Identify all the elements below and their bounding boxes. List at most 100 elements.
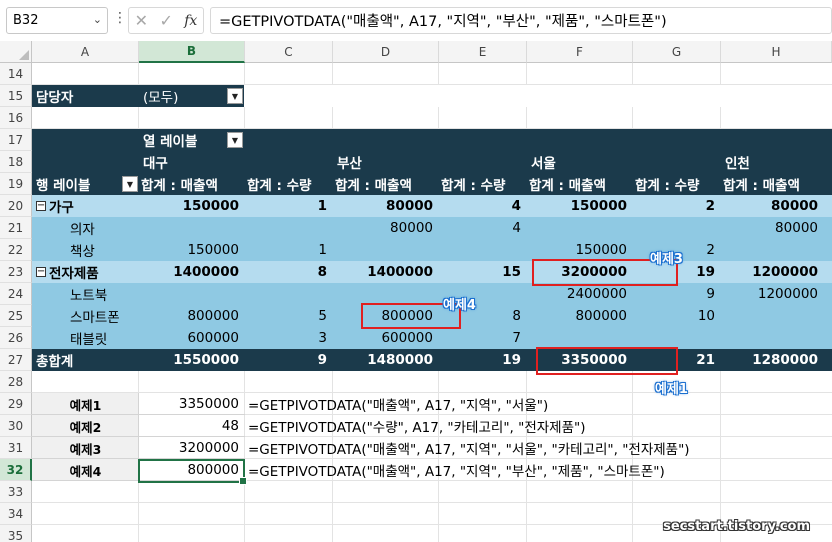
pivot-value-cell[interactable]: 1400000 bbox=[139, 261, 245, 283]
example-label[interactable]: 예제4 bbox=[32, 459, 139, 481]
column-header-c[interactable]: C bbox=[245, 41, 333, 63]
pivot-value-cell[interactable]: 800000 bbox=[139, 305, 245, 327]
collapse-icon[interactable]: − bbox=[36, 201, 46, 211]
example-label[interactable]: 예제1 bbox=[32, 393, 139, 415]
pivot-value-cell[interactable] bbox=[245, 283, 333, 305]
pivot-value-cell[interactable]: 80000 bbox=[333, 217, 439, 239]
pivot-value-cell[interactable]: 4 bbox=[439, 217, 527, 239]
row-header-17[interactable]: 17 bbox=[0, 129, 32, 151]
category-label[interactable]: − 가구 bbox=[32, 195, 132, 217]
pivot-value-cell[interactable] bbox=[527, 327, 633, 349]
pivot-value-cell[interactable] bbox=[139, 283, 245, 305]
pivot-value-cell[interactable]: 7 bbox=[439, 327, 527, 349]
column-header-f[interactable]: F bbox=[527, 41, 633, 63]
name-box[interactable]: B32 ⌄ bbox=[6, 7, 108, 34]
row-header-29[interactable]: 29 bbox=[0, 393, 32, 415]
insert-function-icon[interactable]: fx bbox=[184, 13, 197, 29]
pivot-value-cell[interactable]: 1480000 bbox=[333, 349, 439, 371]
row-header-31[interactable]: 31 bbox=[0, 437, 32, 459]
pivot-value-cell[interactable]: 1200000 bbox=[721, 283, 824, 305]
pivot-value-cell[interactable]: 1200000 bbox=[721, 261, 824, 283]
row-header-30[interactable]: 30 bbox=[0, 415, 32, 437]
pivot-value-cell[interactable]: 80000 bbox=[721, 195, 824, 217]
pivot-value-cell[interactable]: 150000 bbox=[527, 239, 633, 261]
column-header-g[interactable]: G bbox=[633, 41, 721, 63]
row-header-32[interactable]: 32 bbox=[0, 459, 32, 481]
pivot-value-cell[interactable]: 600000 bbox=[333, 327, 439, 349]
example-formula[interactable]: =GETPIVOTDATA("수량", A17, "카테고리", "전자제품") bbox=[248, 415, 808, 437]
collapse-icon[interactable]: − bbox=[36, 267, 46, 277]
pivot-value-cell[interactable]: 19 bbox=[439, 349, 527, 371]
row-header-26[interactable]: 26 bbox=[0, 327, 32, 349]
pivot-value-cell[interactable]: 1 bbox=[245, 195, 333, 217]
pivot-value-cell[interactable] bbox=[633, 327, 721, 349]
row-header-20[interactable]: 20 bbox=[0, 195, 32, 217]
pivot-value-cell[interactable]: 1550000 bbox=[139, 349, 245, 371]
pivot-value-cell[interactable]: 1280000 bbox=[721, 349, 824, 371]
formula-input[interactable]: =GETPIVOTDATA("매출액", A17, "지역", "부산", "제… bbox=[210, 7, 832, 34]
chevron-down-icon[interactable]: ⌄ bbox=[93, 13, 102, 26]
pivot-value-cell[interactable]: 15 bbox=[439, 261, 527, 283]
select-all-corner[interactable] bbox=[0, 41, 32, 63]
category-label[interactable]: − 전자제품 bbox=[32, 261, 132, 283]
example-label[interactable]: 예제2 bbox=[32, 415, 139, 437]
enter-icon[interactable]: ✓ bbox=[159, 11, 172, 30]
row-header-19[interactable]: 19 bbox=[0, 173, 32, 195]
example-formula[interactable]: =GETPIVOTDATA("매출액", A17, "지역", "서울") bbox=[248, 393, 808, 415]
pivot-value-cell[interactable]: 150000 bbox=[527, 195, 633, 217]
row-header-15[interactable]: 15 bbox=[0, 85, 32, 107]
pivot-value-cell[interactable] bbox=[333, 283, 439, 305]
column-header-e[interactable]: E bbox=[439, 41, 527, 63]
pivot-value-cell[interactable]: 4 bbox=[439, 195, 527, 217]
pivot-value-cell[interactable]: 150000 bbox=[139, 239, 245, 261]
row-header-34[interactable]: 34 bbox=[0, 503, 32, 525]
pivot-value-cell[interactable]: 9 bbox=[633, 283, 721, 305]
cancel-icon[interactable]: ✕ bbox=[135, 11, 148, 30]
filter-dropdown-icon[interactable]: ▼ bbox=[227, 88, 243, 104]
pivot-value-cell[interactable]: 5 bbox=[245, 305, 333, 327]
pivot-value-cell[interactable]: 80000 bbox=[721, 217, 824, 239]
example-label[interactable]: 예제3 bbox=[32, 437, 139, 459]
pivot-value-cell[interactable]: 2400000 bbox=[527, 283, 633, 305]
more-options-icon[interactable]: ⋮ bbox=[113, 10, 127, 26]
pivot-value-cell[interactable]: 80000 bbox=[333, 195, 439, 217]
active-cell[interactable] bbox=[138, 459, 247, 485]
pivot-value-cell[interactable] bbox=[527, 217, 633, 239]
row-header-23[interactable]: 23 bbox=[0, 261, 32, 283]
pivot-value-cell[interactable]: 600000 bbox=[139, 327, 245, 349]
example-formula[interactable]: =GETPIVOTDATA("매출액", A17, "지역", "서울", "카… bbox=[248, 437, 808, 459]
row-header-25[interactable]: 25 bbox=[0, 305, 32, 327]
row-filter-dropdown-icon[interactable]: ▼ bbox=[122, 176, 138, 192]
pivot-value-cell[interactable]: 9 bbox=[245, 349, 333, 371]
row-header-33[interactable]: 33 bbox=[0, 481, 32, 503]
pivot-value-cell[interactable] bbox=[721, 305, 824, 327]
example-value[interactable]: 3200000 bbox=[139, 437, 245, 459]
column-header-d[interactable]: D bbox=[333, 41, 439, 63]
pivot-value-cell[interactable]: 2 bbox=[633, 195, 721, 217]
pivot-value-cell[interactable]: 1400000 bbox=[333, 261, 439, 283]
pivot-value-cell[interactable]: 1 bbox=[245, 239, 333, 261]
row-header-27[interactable]: 27 bbox=[0, 349, 32, 371]
column-header-b[interactable]: B bbox=[139, 41, 245, 63]
pivot-value-cell[interactable] bbox=[333, 239, 439, 261]
pivot-value-cell[interactable] bbox=[439, 239, 527, 261]
row-header-22[interactable]: 22 bbox=[0, 239, 32, 261]
pivot-value-cell[interactable]: 150000 bbox=[139, 195, 245, 217]
pivot-value-cell[interactable] bbox=[139, 217, 245, 239]
column-header-a[interactable]: A bbox=[32, 41, 139, 63]
pivot-value-cell[interactable] bbox=[633, 217, 721, 239]
pivot-value-cell[interactable]: 800000 bbox=[527, 305, 633, 327]
pivot-value-cell[interactable] bbox=[245, 217, 333, 239]
column-header-h[interactable]: H bbox=[721, 41, 832, 63]
column-filter-dropdown-icon[interactable]: ▼ bbox=[227, 132, 243, 148]
row-header-28[interactable]: 28 bbox=[0, 371, 32, 393]
row-header-16[interactable]: 16 bbox=[0, 107, 32, 129]
example-formula[interactable]: =GETPIVOTDATA("매출액", A17, "지역", "부산", "제… bbox=[248, 459, 808, 481]
pivot-value-cell[interactable]: 8 bbox=[245, 261, 333, 283]
row-header-18[interactable]: 18 bbox=[0, 151, 32, 173]
pivot-value-cell[interactable]: 3 bbox=[245, 327, 333, 349]
example-value[interactable]: 3350000 bbox=[139, 393, 245, 415]
pivot-value-cell[interactable] bbox=[721, 239, 824, 261]
row-header-21[interactable]: 21 bbox=[0, 217, 32, 239]
row-header-14[interactable]: 14 bbox=[0, 63, 32, 85]
